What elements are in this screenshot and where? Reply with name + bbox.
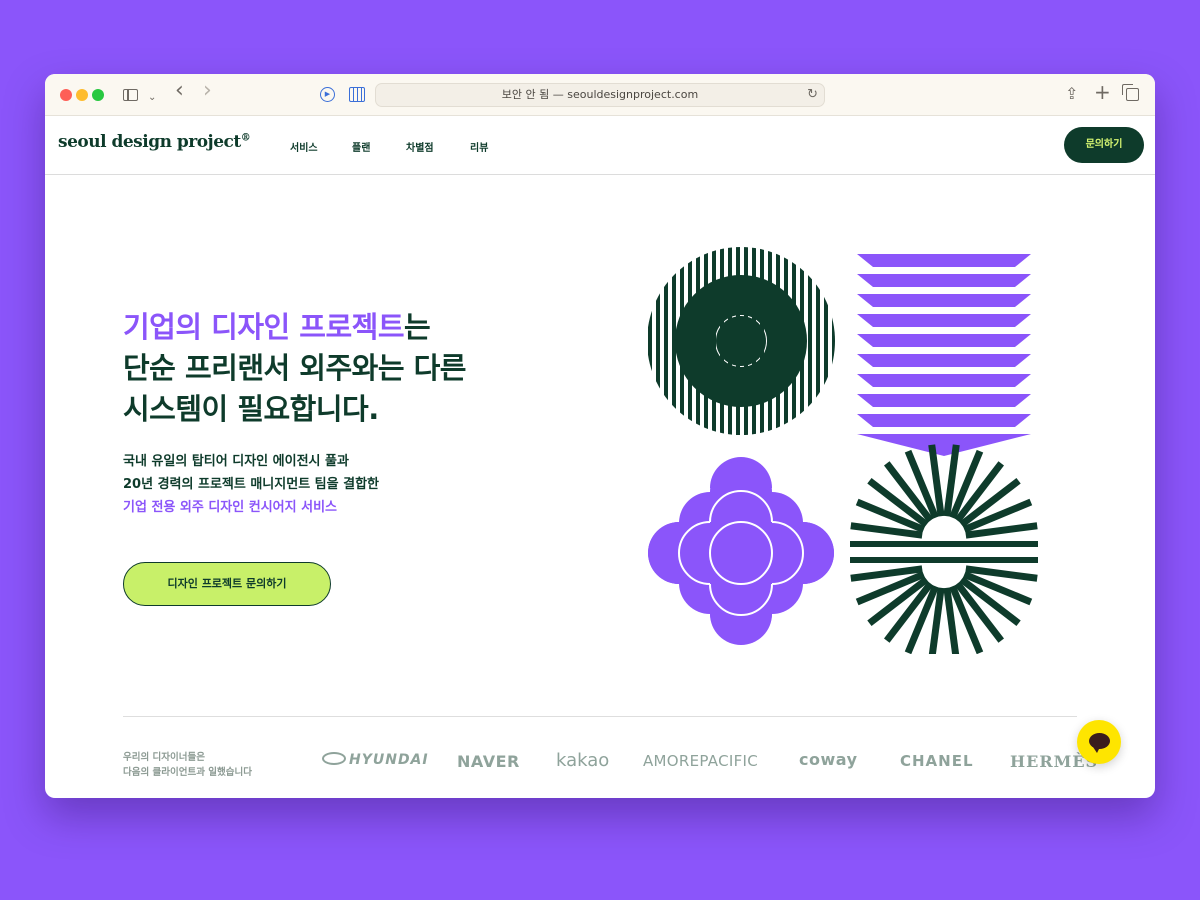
stripe-shape [720, 247, 724, 435]
chevron-band-shape [857, 334, 1031, 347]
chat-bubble-icon [1089, 733, 1110, 753]
stripe-shape [824, 247, 828, 435]
hero-desc-line3: 기업 전용 외주 디자인 컨시어지 서비스 [123, 500, 337, 515]
hero-title-highlight: 기업의 디자인 프로젝트 [123, 310, 405, 344]
sunburst-bar-shape [850, 541, 1038, 547]
chevron-band-shape [857, 374, 1031, 387]
reader-icon[interactable] [349, 87, 365, 102]
hero-title-line2: 단순 프리랜서 외주와는 다른 [123, 351, 466, 385]
chevron-tip-shape [857, 434, 1031, 456]
browser-window: ⌄ ‹ › ▶ 보안 안 됨 — seouldesignproject.com … [45, 74, 1155, 798]
forward-icon[interactable]: › [203, 80, 212, 102]
back-icon[interactable]: ‹ [175, 80, 184, 102]
nav-link-plans[interactable]: 플랜 [352, 139, 370, 154]
project-inquiry-button[interactable]: 디자인 프로젝트 문의하기 [123, 562, 331, 606]
nav-link-services[interactable]: 서비스 [290, 139, 318, 154]
client-logo-coway: coway [799, 750, 858, 769]
hero-desc-line1: 국내 유일의 탑티어 디자인 에이전시 풀과 [123, 454, 349, 469]
site-nav: seoul design project® 서비스 플랜 차별점 리뷰 문의하기 [45, 116, 1155, 175]
client-logo-chanel: CHANEL [900, 752, 974, 770]
flower-petals-shape [648, 461, 834, 645]
stripe-shape [816, 247, 820, 435]
client-logo-naver: NAVER [457, 752, 520, 771]
chevron-band-shape [857, 354, 1031, 367]
clients-label-line2: 다음의 클라이언트과 일했습니다 [123, 767, 252, 778]
address-bar[interactable]: 보안 안 됨 — seouldesignproject.com ↻ [375, 83, 825, 107]
chevron-band-shape [857, 294, 1031, 307]
chevron-band-shape [857, 394, 1031, 407]
client-logo-hyundai: HYUNDAI [322, 752, 429, 768]
sunburst-shape [850, 444, 1038, 654]
nav-link-differentiators[interactable]: 차별점 [406, 139, 434, 154]
hero-title: 기업의 디자인 프로젝트는 단순 프리랜서 외주와는 다른 시스템이 필요합니다… [123, 307, 583, 430]
browser-toolbar: ⌄ ‹ › ▶ 보안 안 됨 — seouldesignproject.com … [45, 74, 1155, 116]
stripe-shape [760, 247, 764, 435]
stripe-shape [664, 247, 668, 435]
tab-overview-icon[interactable] [1122, 84, 1139, 101]
chevron-band-shape [857, 274, 1031, 287]
reload-icon[interactable]: ↻ [807, 84, 818, 106]
sunburst-bar-shape [850, 557, 1038, 563]
client-logo-kakao: kakao [556, 750, 610, 771]
client-logo-text: HYUNDAI [349, 752, 429, 768]
stripe-shape [808, 247, 812, 435]
hero-description: 국내 유일의 탑티어 디자인 에이전시 풀과 20년 경력의 프로젝트 매니지먼… [123, 450, 543, 519]
share-icon[interactable]: ⇪ [1065, 86, 1078, 102]
chevron-band-shape [857, 314, 1031, 327]
logo-text: seoul design project [58, 132, 241, 152]
chevron-band-shape [857, 414, 1031, 427]
kakao-chat-button[interactable] [1077, 720, 1121, 764]
address-text: 보안 안 됨 — seouldesignproject.com [501, 88, 699, 101]
stripe-shape [648, 247, 652, 435]
clients-divider [123, 716, 1077, 717]
chevron-stack-shape [857, 254, 1031, 456]
registered-mark: ® [240, 132, 251, 144]
play-icon[interactable]: ▶ [320, 87, 335, 102]
hero-title-line1-rest: 는 [404, 310, 431, 344]
chevron-band-shape [857, 254, 1031, 267]
nav-link-reviews[interactable]: 리뷰 [470, 139, 488, 154]
chevron-down-icon[interactable]: ⌄ [148, 90, 156, 106]
sidebar-icon[interactable] [123, 89, 138, 101]
clients-label: 우리의 디자이너들은 다음의 클라이언트과 일했습니다 [123, 750, 252, 780]
hero-desc-line2: 20년 경력의 프로젝트 매니지먼트 팀을 결합한 [123, 477, 380, 492]
stripe-shape [740, 316, 744, 366]
clients-label-line1: 우리의 디자이너들은 [123, 752, 205, 763]
hyundai-logo-icon [322, 752, 346, 765]
minimize-window-button[interactable] [76, 89, 88, 101]
stripe-shape [736, 247, 740, 435]
zoom-window-button[interactable] [92, 89, 104, 101]
logo[interactable]: seoul design project® [58, 132, 251, 152]
stripe-shape [744, 247, 748, 435]
stripe-shape [728, 247, 732, 435]
contact-button[interactable]: 문의하기 [1064, 127, 1144, 163]
stripe-shape [752, 247, 756, 435]
stripe-shape [832, 247, 835, 435]
client-logo-amorepacific: AMOREPACIFIC [643, 752, 759, 770]
new-tab-icon[interactable]: + [1094, 82, 1111, 102]
stripe-shape [732, 316, 736, 366]
stripe-shape [656, 247, 660, 435]
close-window-button[interactable] [60, 89, 72, 101]
hero-illustration [648, 247, 1038, 654]
hero-title-line3: 시스템이 필요합니다. [123, 392, 379, 426]
